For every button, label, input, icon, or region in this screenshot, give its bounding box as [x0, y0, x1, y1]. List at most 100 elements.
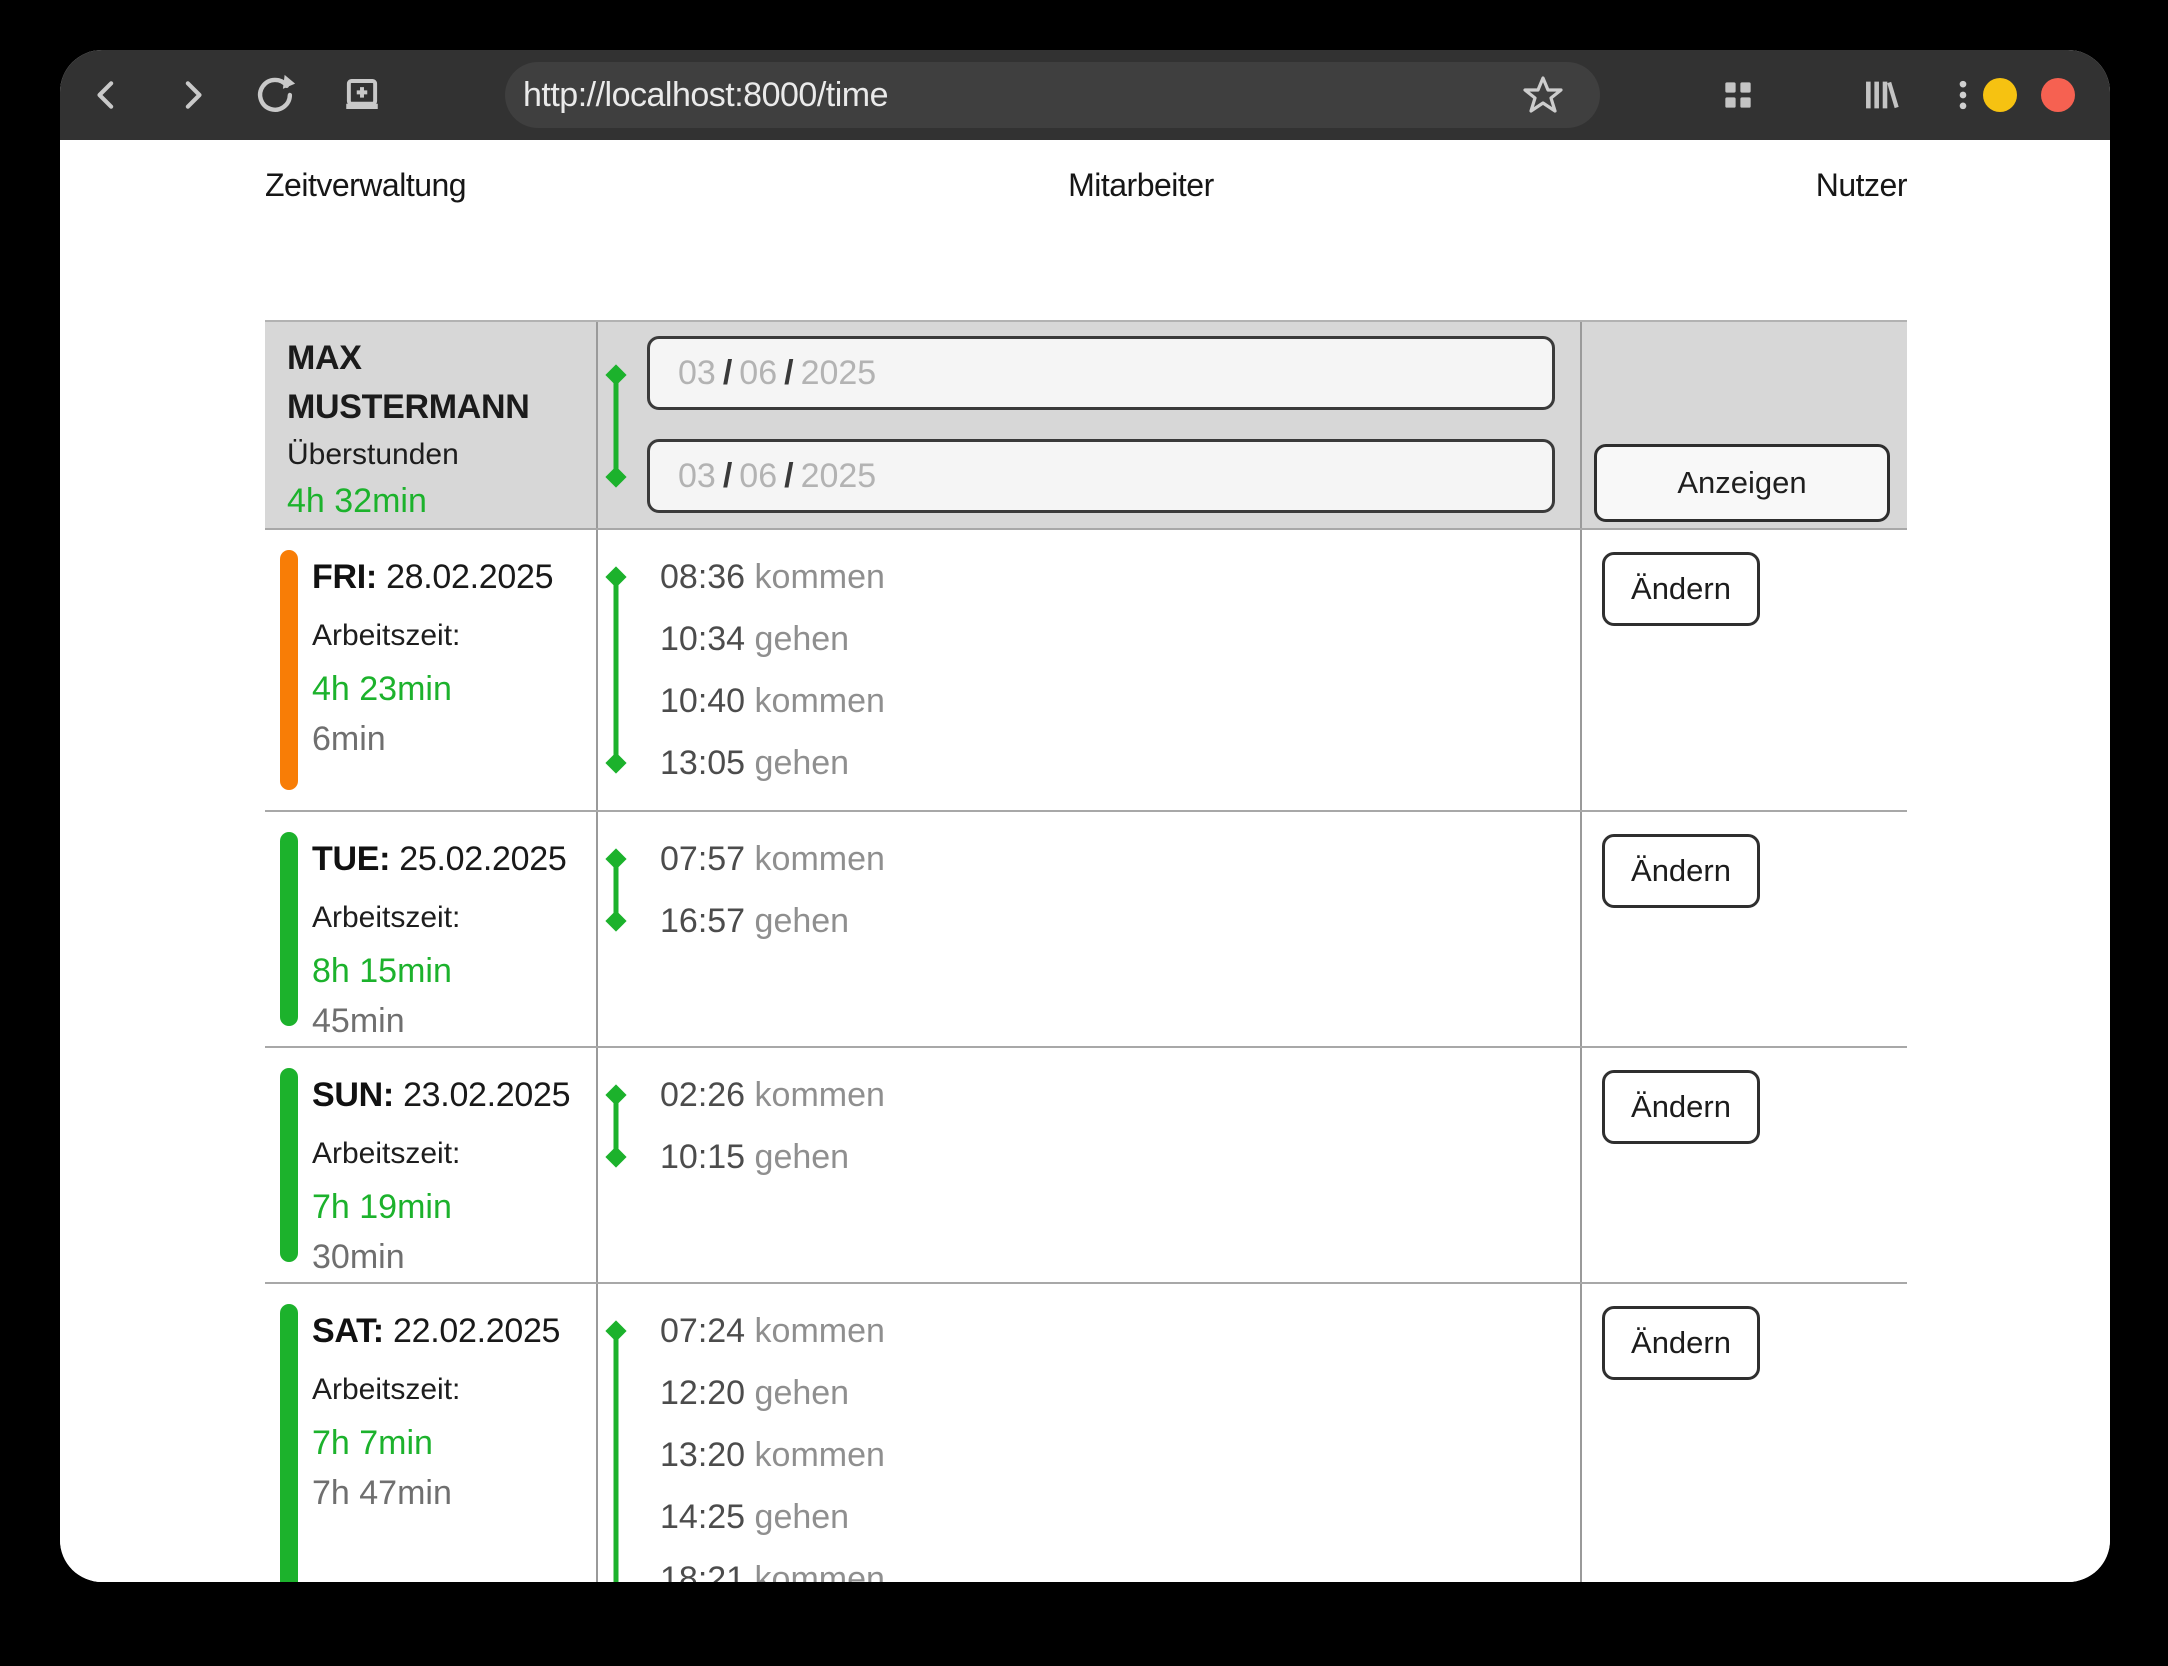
time-type: gehen: [755, 620, 850, 658]
time-entry: 10:40 kommen: [660, 670, 1580, 732]
table-header-row: MAX MUSTERMANN Überstunden 4h 32min 03/0…: [265, 320, 1907, 528]
forward-button[interactable]: [170, 73, 214, 117]
time-type: kommen: [755, 1312, 885, 1350]
time-value: 08:36: [660, 558, 745, 596]
employee-name-line2: MUSTERMANN: [287, 383, 596, 432]
time-value: 13:05: [660, 744, 745, 782]
time-table: MAX MUSTERMANN Überstunden 4h 32min 03/0…: [265, 320, 1907, 1582]
time-type: kommen: [755, 558, 885, 596]
day-actions-cell: Ändern: [1582, 1284, 1907, 1582]
date-to-year: 2025: [801, 457, 877, 496]
time-entry: 10:15 gehen: [660, 1126, 1580, 1188]
weekday-label: SAT:: [312, 1312, 384, 1350]
date-label: 22.02.2025: [393, 1312, 560, 1350]
time-entry: 12:20 gehen: [660, 1362, 1580, 1424]
date-separator: /: [723, 354, 732, 393]
diamond-bottom-icon: [605, 466, 626, 487]
employee-name-line1: MAX: [287, 334, 596, 383]
time-entries-cell: 07:24 kommen 12:20 gehen 13:20 kommen 14…: [596, 1284, 1582, 1582]
apps-grid-button[interactable]: [1716, 73, 1760, 117]
time-value: 10:40: [660, 682, 745, 720]
status-bar: [280, 832, 298, 1026]
time-entry: 13:05 gehen: [660, 732, 1580, 794]
time-value: 10:15: [660, 1138, 745, 1176]
url-bar[interactable]: http://localhost:8000/time: [505, 62, 1600, 128]
back-button[interactable]: [85, 73, 129, 117]
date-separator: /: [723, 457, 732, 496]
reload-icon: [254, 74, 296, 116]
time-value: 14:25: [660, 1498, 745, 1536]
worktime-value: 4h 23min: [312, 664, 596, 714]
status-bar: [280, 1068, 298, 1262]
time-range-connector: [608, 859, 624, 921]
close-window-dot[interactable]: [2041, 78, 2075, 112]
actions-header-cell: Anzeigen: [1582, 322, 1907, 528]
day-actions-cell: Ändern: [1582, 812, 1907, 1046]
time-entry: 13:20 kommen: [660, 1424, 1580, 1486]
chevron-right-icon: [172, 75, 212, 115]
nav-mitarbeiter[interactable]: Mitarbeiter: [1068, 167, 1214, 204]
date-filter-cell: 03/06/2025 03/06/2025: [596, 322, 1582, 528]
date-label: 28.02.2025: [386, 558, 553, 596]
time-type: gehen: [755, 1498, 850, 1536]
worktime-value: 7h 7min: [312, 1418, 596, 1468]
kebab-menu-icon: [1943, 75, 1983, 115]
weekday-label: SUN:: [312, 1076, 394, 1114]
time-entry: 07:57 kommen: [660, 828, 1580, 890]
day-title: SAT: 22.02.2025: [312, 1300, 596, 1362]
date-from-year: 2025: [801, 354, 877, 393]
time-value: 16:57: [660, 902, 745, 940]
time-entries: 07:57 kommen 16:57 gehen: [598, 812, 1580, 968]
nav-zeitverwaltung[interactable]: Zeitverwaltung: [265, 167, 466, 204]
time-type: gehen: [755, 744, 850, 782]
time-entries: 02:26 kommen 10:15 gehen: [598, 1048, 1580, 1204]
overtime-label: Überstunden: [287, 432, 596, 478]
day-title: TUE: 25.02.2025: [312, 828, 596, 890]
new-window-button[interactable]: [340, 73, 384, 117]
time-range-connector: [608, 1095, 624, 1157]
time-value: 07:24: [660, 1312, 745, 1350]
day-row: TUE: 25.02.2025 Arbeitszeit: 8h 15min 45…: [265, 810, 1907, 1046]
pause-value: 7h 47min: [312, 1468, 596, 1518]
reload-button[interactable]: [253, 73, 297, 117]
aendern-button[interactable]: Ändern: [1602, 834, 1760, 908]
employee-cell: MAX MUSTERMANN Überstunden 4h 32min: [265, 322, 596, 528]
time-type: kommen: [755, 682, 885, 720]
day-summary-text: FRI: 28.02.2025 Arbeitszeit: 4h 23min 6m…: [265, 530, 596, 764]
library-icon: [1860, 75, 1900, 115]
status-bar: [280, 1304, 298, 1582]
bookmark-button[interactable]: [1520, 72, 1566, 118]
library-button[interactable]: [1858, 73, 1902, 117]
day-title: SUN: 23.02.2025: [312, 1064, 596, 1126]
time-type: gehen: [755, 1374, 850, 1412]
time-range-connector: [608, 1331, 624, 1582]
nav-nutzer[interactable]: Nutzer: [1816, 167, 1907, 204]
day-actions-cell: Ändern: [1582, 1048, 1907, 1282]
date-from-day: 06: [739, 354, 777, 393]
url-text[interactable]: http://localhost:8000/time: [523, 76, 888, 115]
date-from-input[interactable]: 03/06/2025: [647, 336, 1555, 410]
time-entry: 16:57 gehen: [660, 890, 1580, 952]
time-entry: 18:21 kommen: [660, 1548, 1580, 1582]
day-summary-text: TUE: 25.02.2025 Arbeitszeit: 8h 15min 45…: [265, 812, 596, 1046]
date-separator: /: [784, 354, 793, 393]
page-nav: Zeitverwaltung Mitarbeiter Nutzer: [265, 162, 1907, 208]
aendern-button[interactable]: Ändern: [1602, 1306, 1760, 1380]
worktime-label: Arbeitszeit:: [312, 890, 596, 946]
aendern-button[interactable]: Ändern: [1602, 1070, 1760, 1144]
time-range-connector: [608, 577, 624, 763]
time-entry: 07:24 kommen: [660, 1300, 1580, 1362]
anzeigen-button[interactable]: Anzeigen: [1594, 444, 1890, 522]
pause-value: 6min: [312, 714, 596, 764]
time-entries-cell: 08:36 kommen 10:34 gehen 10:40 kommen 13…: [596, 530, 1582, 810]
time-value: 18:21: [660, 1560, 745, 1582]
time-entry: 02:26 kommen: [660, 1064, 1580, 1126]
date-from-month: 03: [678, 354, 716, 393]
aendern-button[interactable]: Ändern: [1602, 552, 1760, 626]
time-entries: 08:36 kommen 10:34 gehen 10:40 kommen 13…: [598, 530, 1580, 810]
date-to-input[interactable]: 03/06/2025: [647, 439, 1555, 513]
minimize-window-dot[interactable]: [1983, 78, 2017, 112]
grid-icon: [1719, 76, 1757, 114]
day-summary-cell: SUN: 23.02.2025 Arbeitszeit: 7h 19min 30…: [265, 1048, 596, 1282]
menu-button[interactable]: [1941, 73, 1985, 117]
